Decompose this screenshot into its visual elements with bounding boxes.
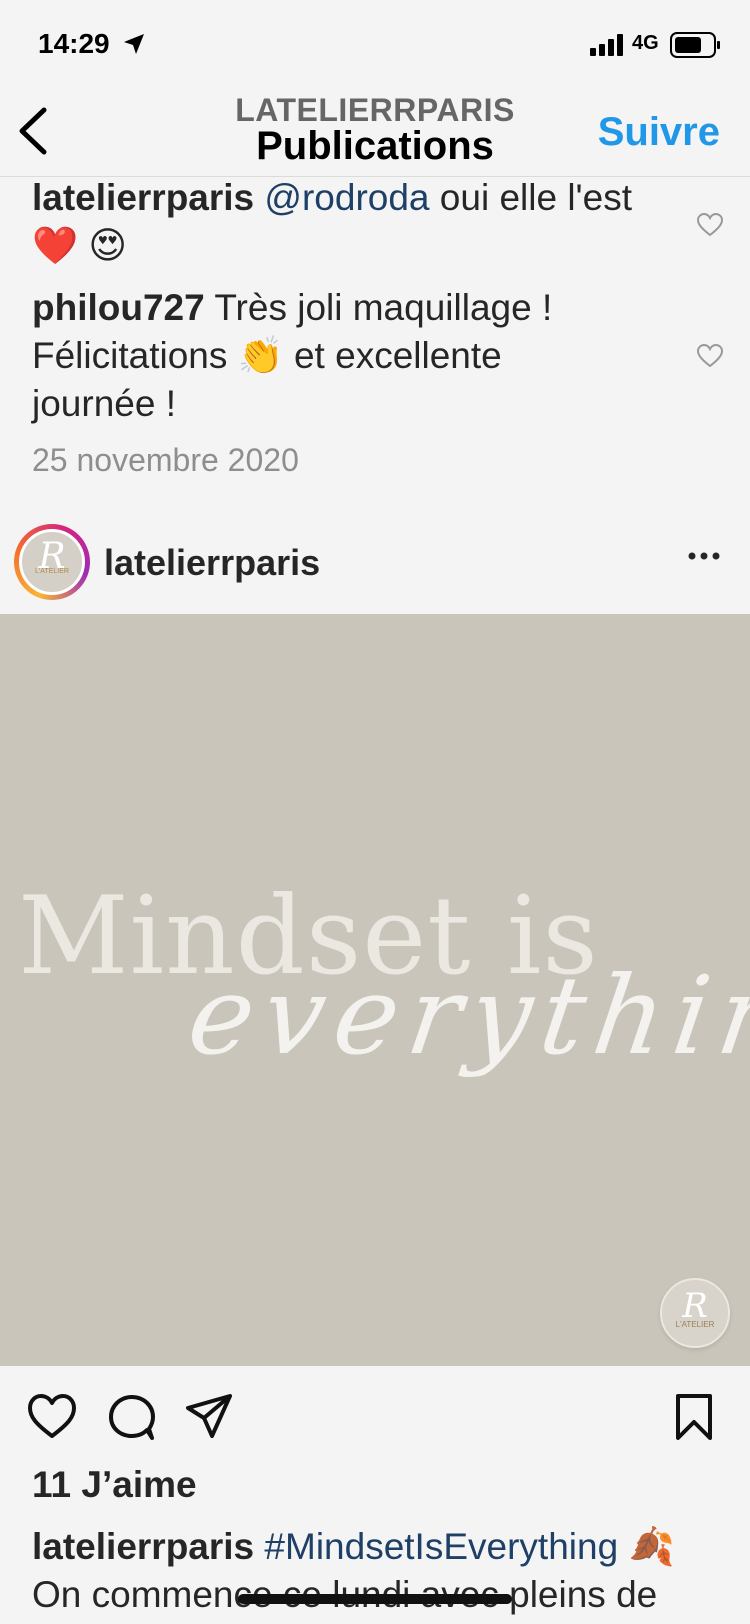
post-username[interactable]: latelierrparis bbox=[104, 542, 320, 584]
comment-text: oui elle l'est bbox=[429, 177, 632, 218]
caption-username[interactable]: latelierrparis bbox=[32, 1526, 254, 1567]
avatar-logo-text: L'ATELIER bbox=[35, 568, 69, 575]
home-indicator[interactable] bbox=[238, 1594, 512, 1604]
location-arrow-icon bbox=[124, 34, 144, 54]
signal-icon bbox=[590, 34, 623, 56]
likes-count[interactable]: 11 J’aime bbox=[32, 1464, 197, 1506]
comment-text: journée ! bbox=[32, 383, 176, 424]
comment-text: Félicitations 👏 et excellente bbox=[32, 335, 502, 376]
comment-username[interactable]: latelierrparis bbox=[32, 177, 254, 218]
more-icon[interactable] bbox=[686, 550, 722, 562]
comment-item: philou727 Très joli maquillage ! Félicit… bbox=[32, 284, 672, 428]
comment-like-heart-icon[interactable] bbox=[697, 344, 723, 368]
heart-icon[interactable] bbox=[26, 1392, 78, 1442]
status-bar: 14:29 4G bbox=[0, 0, 750, 90]
nav-bar: LATELIERRPARIS Publications Suivre bbox=[0, 88, 750, 177]
watermark-text: L'ATELIER bbox=[675, 1320, 715, 1329]
caption-hashtag[interactable]: #MindsetIsEverything bbox=[264, 1526, 618, 1567]
comment-item: latelierrparis @rodroda oui elle l'est ❤… bbox=[32, 174, 672, 270]
comment-username[interactable]: philou727 bbox=[32, 287, 205, 328]
comment-emoji: ❤️ 😍 bbox=[32, 225, 127, 266]
status-time: 14:29 bbox=[38, 28, 110, 59]
network-type: 4G bbox=[632, 32, 659, 54]
post-header: R L'ATELIER latelierrparis bbox=[0, 520, 750, 604]
comment-icon[interactable] bbox=[106, 1392, 158, 1442]
avatar-image: R L'ATELIER bbox=[19, 529, 85, 595]
comment-mention[interactable]: @rodroda bbox=[264, 177, 429, 218]
post-actions bbox=[0, 1390, 750, 1450]
bookmark-icon[interactable] bbox=[668, 1392, 720, 1442]
follow-button[interactable]: Suivre bbox=[598, 110, 720, 155]
watermark-logo: R L'ATELIER bbox=[660, 1278, 730, 1348]
avatar[interactable]: R L'ATELIER bbox=[14, 524, 90, 600]
comment-date: 25 novembre 2020 bbox=[32, 442, 299, 478]
post-image-text-line2: everything bbox=[181, 954, 750, 1079]
post-image[interactable]: Mindset is everything R L'ATELIER bbox=[0, 614, 750, 1366]
caption-emoji: 🍂 bbox=[628, 1526, 675, 1567]
battery-icon bbox=[670, 32, 720, 58]
comment-text: Très joli maquillage ! bbox=[204, 287, 553, 328]
post-caption: latelierrparis #MindsetIsEverything 🍂 bbox=[32, 1522, 742, 1572]
comment-like-heart-icon[interactable] bbox=[697, 213, 723, 237]
paper-plane-icon[interactable] bbox=[184, 1392, 236, 1442]
